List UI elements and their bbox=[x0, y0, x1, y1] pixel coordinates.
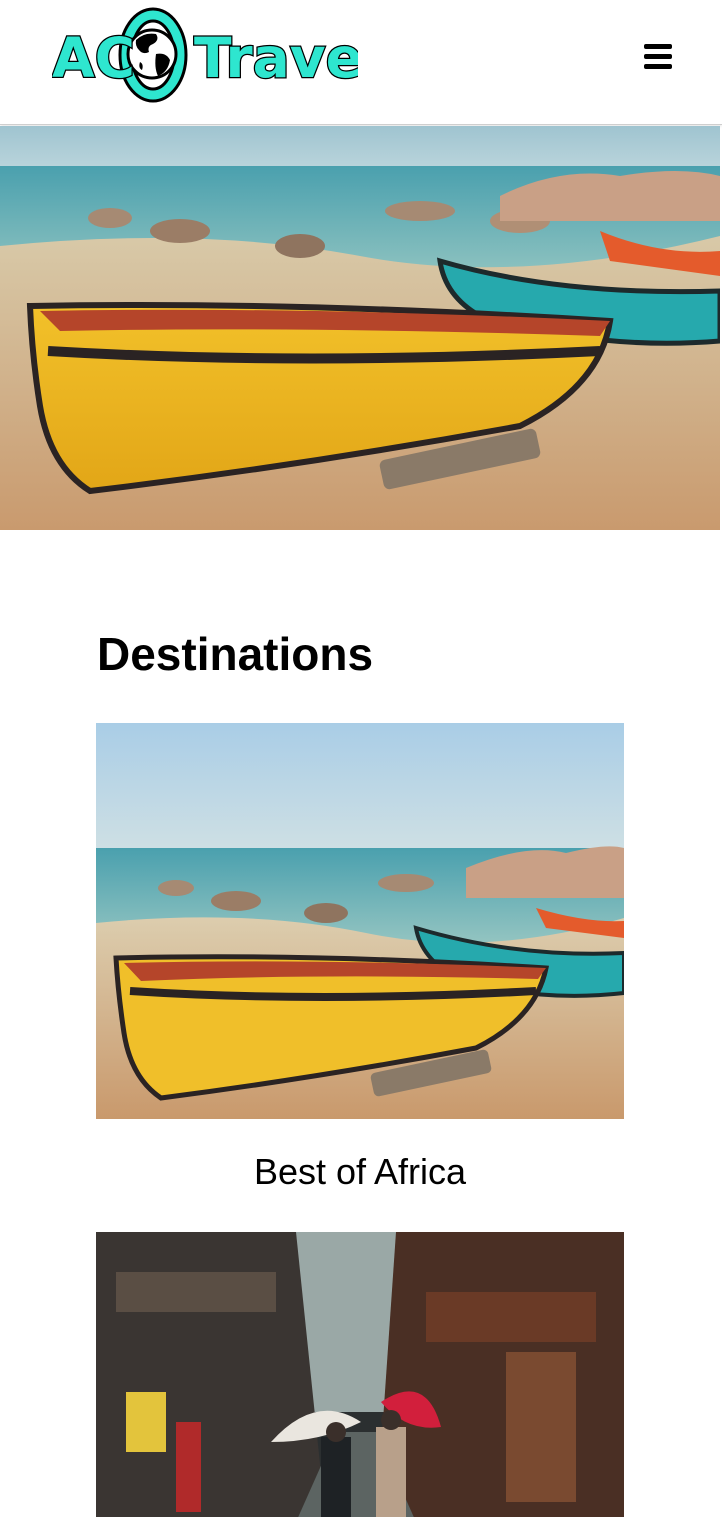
hamburger-icon[interactable] bbox=[640, 44, 676, 76]
section-title: Destinations bbox=[97, 628, 374, 680]
svg-text:AC: AC bbox=[52, 26, 135, 90]
hero-image bbox=[0, 126, 720, 530]
menu-bar bbox=[644, 64, 672, 69]
destination-image-japan[interactable] bbox=[96, 1232, 624, 1517]
ac-travel-logo[interactable]: AC Travel bbox=[52, 4, 358, 106]
destination-caption[interactable]: Best of Africa bbox=[96, 1150, 624, 1194]
menu-bar bbox=[644, 54, 672, 59]
menu-bar bbox=[644, 44, 672, 49]
site-header: AC Travel bbox=[0, 0, 722, 125]
destination-image-africa[interactable] bbox=[96, 723, 624, 1119]
svg-text:Travel: Travel bbox=[194, 26, 358, 90]
